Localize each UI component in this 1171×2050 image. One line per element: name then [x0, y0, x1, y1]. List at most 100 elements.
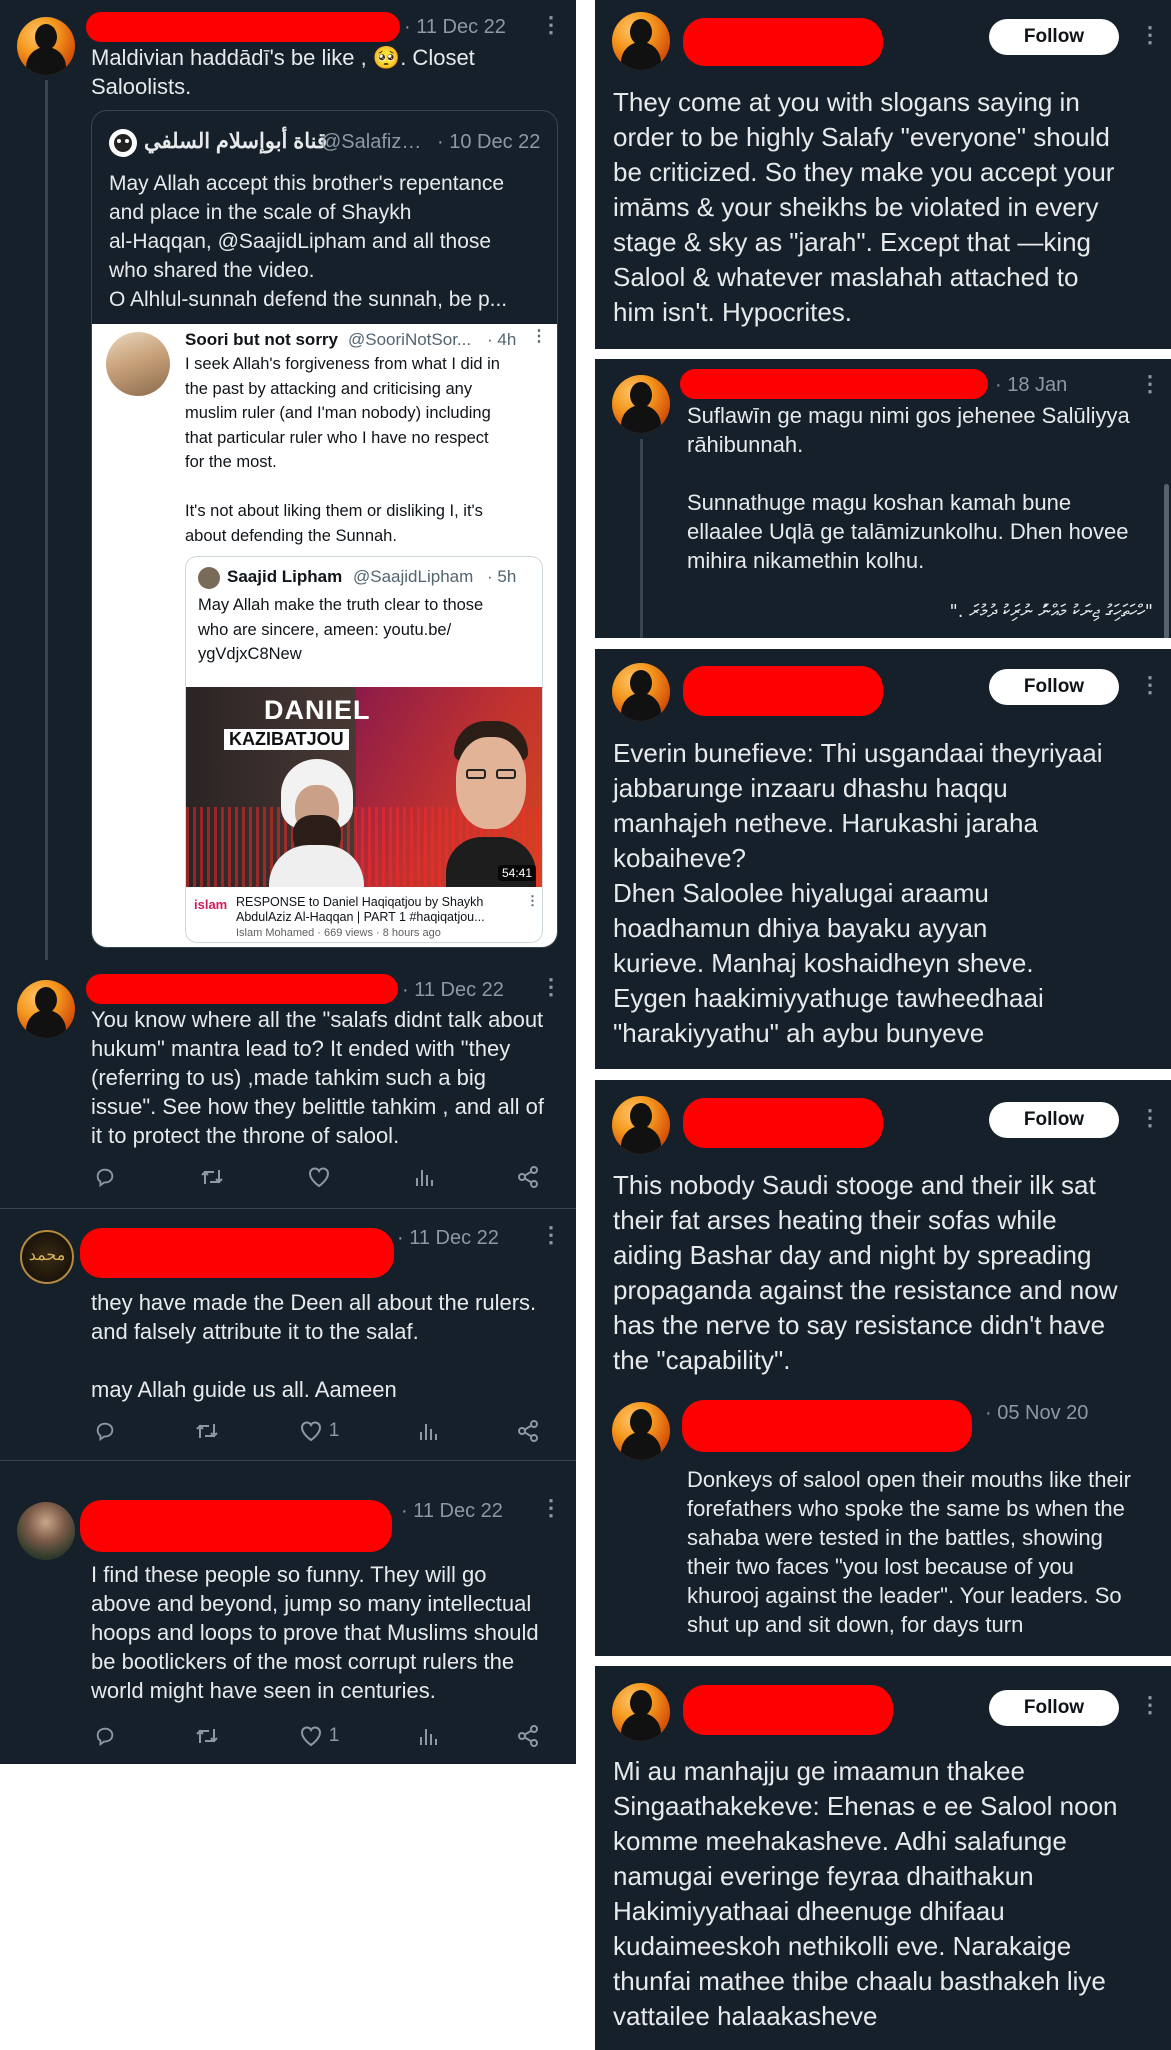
- views-icon: [419, 1729, 437, 1745]
- redacted-username: [683, 666, 883, 716]
- reply-button[interactable]: [94, 1420, 116, 1442]
- thumb-person-right: [446, 721, 536, 887]
- video-duration: 54:41: [497, 865, 536, 881]
- post-card: Follow ⋮ This nobody Saudi stooge and th…: [595, 1080, 1171, 1656]
- avatar[interactable]: [612, 1402, 670, 1460]
- tweet-text: You know where all the "salafs didnt tal…: [91, 1007, 544, 1148]
- share-button[interactable]: [516, 1420, 540, 1442]
- share-icon: [517, 1725, 538, 1747]
- redacted-username: [80, 1228, 394, 1278]
- divider: [0, 1208, 576, 1209]
- avatar[interactable]: [17, 980, 75, 1038]
- views-icon: [415, 1170, 433, 1186]
- more-icon[interactable]: ⋮: [540, 1224, 562, 1246]
- thread-line: [45, 80, 48, 960]
- like-button[interactable]: 1: [299, 1420, 340, 1442]
- share-button[interactable]: [516, 1166, 540, 1188]
- reply-button[interactable]: [94, 1166, 116, 1188]
- nested-quote: Saajid Lipham @SaajidLipham · 5h May All…: [185, 556, 543, 943]
- more-icon[interactable]: ⋮: [1139, 1694, 1161, 1716]
- more-icon[interactable]: ⋮: [1139, 24, 1161, 46]
- inner-name: Soori but not sorry: [185, 330, 338, 349]
- avatar[interactable]: [17, 1502, 75, 1560]
- retweet-icon: [196, 1729, 219, 1743]
- reply-icon: [96, 1168, 114, 1188]
- tweet-date: · 11 Dec 22: [404, 16, 506, 38]
- nested-avatar: [198, 567, 220, 589]
- quote-avatar: [109, 129, 137, 157]
- like-count: 1: [328, 1725, 340, 1746]
- like-count: 1: [328, 1420, 340, 1441]
- quote-handle: @Salafiz…: [321, 131, 422, 153]
- reply-date: · 05 Nov 20: [985, 1402, 1089, 1424]
- redacted-username: [683, 1685, 893, 1735]
- follow-button[interactable]: Follow: [989, 1102, 1119, 1138]
- post-text: Everin bunefieve: Thi usgandaai theyriya…: [613, 738, 1103, 1048]
- avatar[interactable]: [612, 663, 670, 721]
- like-button[interactable]: [307, 1166, 331, 1188]
- avatar[interactable]: محمد: [20, 1230, 74, 1284]
- avatar[interactable]: [612, 12, 670, 70]
- post-text: This nobody Saudi stooge and their ilk s…: [613, 1170, 1118, 1375]
- avatar[interactable]: [17, 17, 75, 75]
- video-title: RESPONSE to Daniel Haqiqatjou by Shaykh …: [236, 895, 485, 924]
- more-icon[interactable]: ⋮: [540, 14, 562, 36]
- retweet-button[interactable]: [199, 1166, 225, 1188]
- share-button[interactable]: [516, 1725, 540, 1747]
- tweet-date: · 11 Dec 22: [402, 979, 504, 1001]
- more-icon: ⋮: [531, 328, 547, 345]
- post-card: Follow ⋮ Mi au manhajju ge imaamun thake…: [595, 1666, 1171, 2050]
- share-icon: [518, 1166, 538, 1188]
- more-icon[interactable]: ⋮: [1139, 674, 1161, 696]
- action-bar: [94, 1166, 540, 1188]
- quote-author: قناة أبوإسلام السلفي: [144, 130, 327, 153]
- redacted-username: [86, 12, 400, 42]
- redacted-username: [80, 1500, 392, 1552]
- retweet-button[interactable]: [194, 1725, 220, 1747]
- action-bar: 1: [94, 1725, 540, 1747]
- tweet-text: I find these people so funny. They will …: [91, 1562, 539, 1703]
- heart-icon: [308, 1167, 330, 1188]
- views-button[interactable]: [418, 1725, 438, 1747]
- more-icon[interactable]: ⋮: [540, 976, 562, 998]
- like-button[interactable]: 1: [299, 1725, 340, 1747]
- more-icon[interactable]: ⋮: [1139, 373, 1161, 395]
- thread-line: [640, 439, 643, 638]
- redacted-username: [680, 369, 988, 399]
- share-icon: [517, 1420, 538, 1442]
- inner-text: I seek Allah's forgiveness from what I d…: [185, 355, 500, 545]
- action-bar: 1: [94, 1420, 540, 1442]
- follow-button[interactable]: Follow: [989, 19, 1119, 55]
- nested-name: Saajid Lipham: [227, 567, 343, 586]
- quote-date: · 10 Dec 22: [437, 131, 541, 153]
- video-thumbnail[interactable]: DANIEL KAZIBATJOU 54:41: [186, 687, 542, 887]
- views-button[interactable]: [414, 1166, 434, 1188]
- post-date: · 18 Jan: [995, 374, 1068, 396]
- reply-button[interactable]: [94, 1725, 116, 1747]
- left-thread-panel: · 11 Dec 22 ⋮ Maldivian haddādī's be lik…: [0, 0, 576, 1764]
- nested-handle: @SaajidLipham: [353, 567, 474, 586]
- follow-button[interactable]: Follow: [989, 1690, 1119, 1726]
- channel-logo: islam: [194, 897, 228, 912]
- more-icon: ⋮: [526, 893, 539, 908]
- inner-date: · 4h: [487, 330, 517, 349]
- divider: [0, 1460, 576, 1461]
- avatar[interactable]: [612, 1683, 670, 1741]
- views-button[interactable]: [418, 1420, 438, 1442]
- embedded-screenshot: Soori but not sorry @SooriNotSor... · 4h…: [92, 324, 557, 947]
- avatar[interactable]: [612, 375, 670, 433]
- video-meta: Islam Mohamed · 669 views · 8 hours ago: [236, 927, 441, 939]
- retweet-button[interactable]: [194, 1420, 220, 1442]
- reply-icon: [96, 1727, 114, 1747]
- quote-text: May Allah accept this brother's repentan…: [109, 172, 508, 311]
- post-text: Suflawīn ge magu nimi gos jehenee Salūli…: [687, 403, 1130, 573]
- avatar[interactable]: [612, 1096, 670, 1154]
- quote-tweet[interactable]: قناة أبوإسلام السلفي @Salafiz… · 10 Dec …: [91, 110, 558, 948]
- follow-button[interactable]: Follow: [989, 669, 1119, 705]
- heart-icon: [300, 1421, 321, 1442]
- more-icon[interactable]: ⋮: [540, 1497, 562, 1519]
- more-icon[interactable]: ⋮: [1139, 1107, 1161, 1129]
- post-card: · 18 Jan ⋮ Suflawīn ge magu nimi gos jeh…: [595, 359, 1171, 638]
- scrollbar[interactable]: [1164, 484, 1169, 638]
- tweet-text: Maldivian haddādī's be like , 🥺. Closet …: [91, 45, 475, 99]
